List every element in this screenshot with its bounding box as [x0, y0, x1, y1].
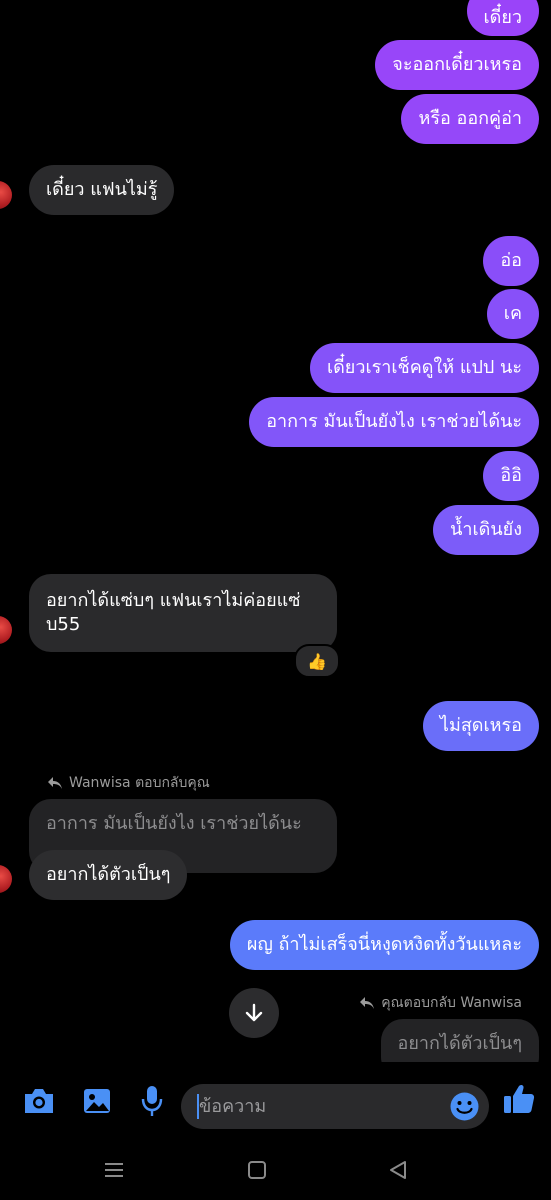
avatar[interactable]: [0, 865, 12, 893]
home-button[interactable]: [247, 1160, 267, 1180]
message-input[interactable]: ข้อความ: [181, 1084, 489, 1129]
back-button[interactable]: [388, 1160, 408, 1180]
recent-apps-icon: [105, 1163, 123, 1177]
message-out[interactable]: น้ำเดินยัง: [433, 505, 539, 555]
like-button[interactable]: [502, 1082, 536, 1116]
quoted-message[interactable]: อยากได้ตัวเป็นๆ: [380, 1019, 539, 1062]
message-out[interactable]: อ่อ: [483, 236, 539, 286]
message-text: เค: [503, 303, 522, 324]
message-text: อยากได้ตัวเป็นๆ: [46, 864, 171, 885]
message-text: อิอิ: [500, 465, 522, 486]
avatar[interactable]: [0, 181, 12, 209]
emoji-button[interactable]: [449, 1091, 480, 1122]
message-in[interactable]: อยากได้แซ่บๆ แฟนเราไม่ค่อยแซ่ บ55: [29, 574, 337, 652]
reply-indicator: Wanwisa ตอบกลับคุณ: [47, 772, 210, 794]
camera-button[interactable]: [22, 1086, 56, 1116]
message-in[interactable]: อยากได้ตัวเป็นๆ: [29, 850, 188, 900]
conversation: เดี๋ยว จะออกเดี๋ยวเหรอ หรือ ออกคู่อ่า เด…: [0, 0, 551, 1062]
microphone-button[interactable]: [140, 1084, 164, 1118]
message-in[interactable]: เดี๋ยว แฟนไม่รู้: [29, 165, 175, 215]
message-text: เดี๋ยว: [483, 7, 523, 28]
message-out[interactable]: อิอิ: [483, 451, 539, 501]
arrow-down-icon: [245, 1003, 263, 1022]
message-out[interactable]: หรือ ออกคู่อ่า: [401, 94, 539, 144]
message-out[interactable]: ผญ ถ้าไม่เสร็จนี่หงุดหงิดทั้งวันแหละ: [229, 920, 539, 970]
message-text: ผญ ถ้าไม่เสร็จนี่หงุดหงิดทั้งวันแหละ: [246, 934, 522, 955]
reply-label: คุณตอบกลับ Wanwisa: [381, 995, 522, 1011]
message-text: เดี๋ยวเราเช็คดูให้ แปป นะ: [326, 357, 522, 378]
microphone-icon: [141, 1086, 163, 1116]
message-out[interactable]: เดี๋ยวเราเช็คดูให้ แปป นะ: [309, 343, 539, 393]
scroll-down-button[interactable]: [229, 988, 279, 1038]
quoted-text: อาการ มันเป็นยังไง เราช่วยได้นะ: [46, 813, 302, 834]
message-text: จะออกเดี๋ยวเหรอ: [392, 54, 522, 75]
message-out[interactable]: ไม่สุดเหรอ: [422, 701, 539, 751]
home-icon: [248, 1161, 266, 1179]
quoted-text: อยากได้ตัวเป็นๆ: [397, 1033, 522, 1054]
message-out[interactable]: อาการ มันเป็นยังไง เราช่วยได้นะ: [249, 397, 539, 447]
avatar[interactable]: [0, 616, 12, 644]
thumbs-up-icon: 👍: [307, 651, 327, 671]
reply-icon: [48, 777, 62, 789]
reply-indicator: คุณตอบกลับ Wanwisa: [359, 992, 522, 1014]
message-text: เดี๋ยว แฟนไม่รู้: [46, 179, 158, 200]
message-input-placeholder: ข้อความ: [199, 1096, 267, 1117]
reply-icon: [360, 997, 375, 1009]
system-navigation-bar: [0, 1150, 551, 1200]
camera-icon: [25, 1089, 53, 1113]
message-text: ไม่สุดเหรอ: [439, 715, 522, 736]
message-out[interactable]: จะออกเดี๋ยวเหรอ: [375, 40, 539, 90]
message-out[interactable]: เดี๋ยว: [466, 0, 539, 36]
image-icon: [84, 1089, 110, 1113]
message-text: หรือ ออกคู่อ่า: [418, 108, 522, 129]
reply-label: Wanwisa ตอบกลับคุณ: [69, 775, 210, 791]
recent-apps-button[interactable]: [104, 1160, 124, 1180]
message-text: อาการ มันเป็นยังไง เราช่วยได้นะ: [266, 411, 522, 432]
message-text: อยากได้แซ่บๆ แฟนเราไม่ค่อยแซ่: [46, 590, 301, 611]
message-out[interactable]: เค: [486, 289, 539, 339]
reaction-badge[interactable]: 👍: [294, 644, 340, 678]
gallery-button[interactable]: [82, 1086, 112, 1116]
back-icon: [390, 1161, 406, 1179]
composer-bar: ข้อความ: [0, 1062, 551, 1150]
emoji-icon: [450, 1092, 479, 1121]
thumbs-up-icon: [504, 1084, 535, 1113]
message-text: อ่อ: [500, 250, 522, 271]
message-text: บ55: [46, 614, 81, 635]
message-text: น้ำเดินยัง: [450, 519, 522, 540]
